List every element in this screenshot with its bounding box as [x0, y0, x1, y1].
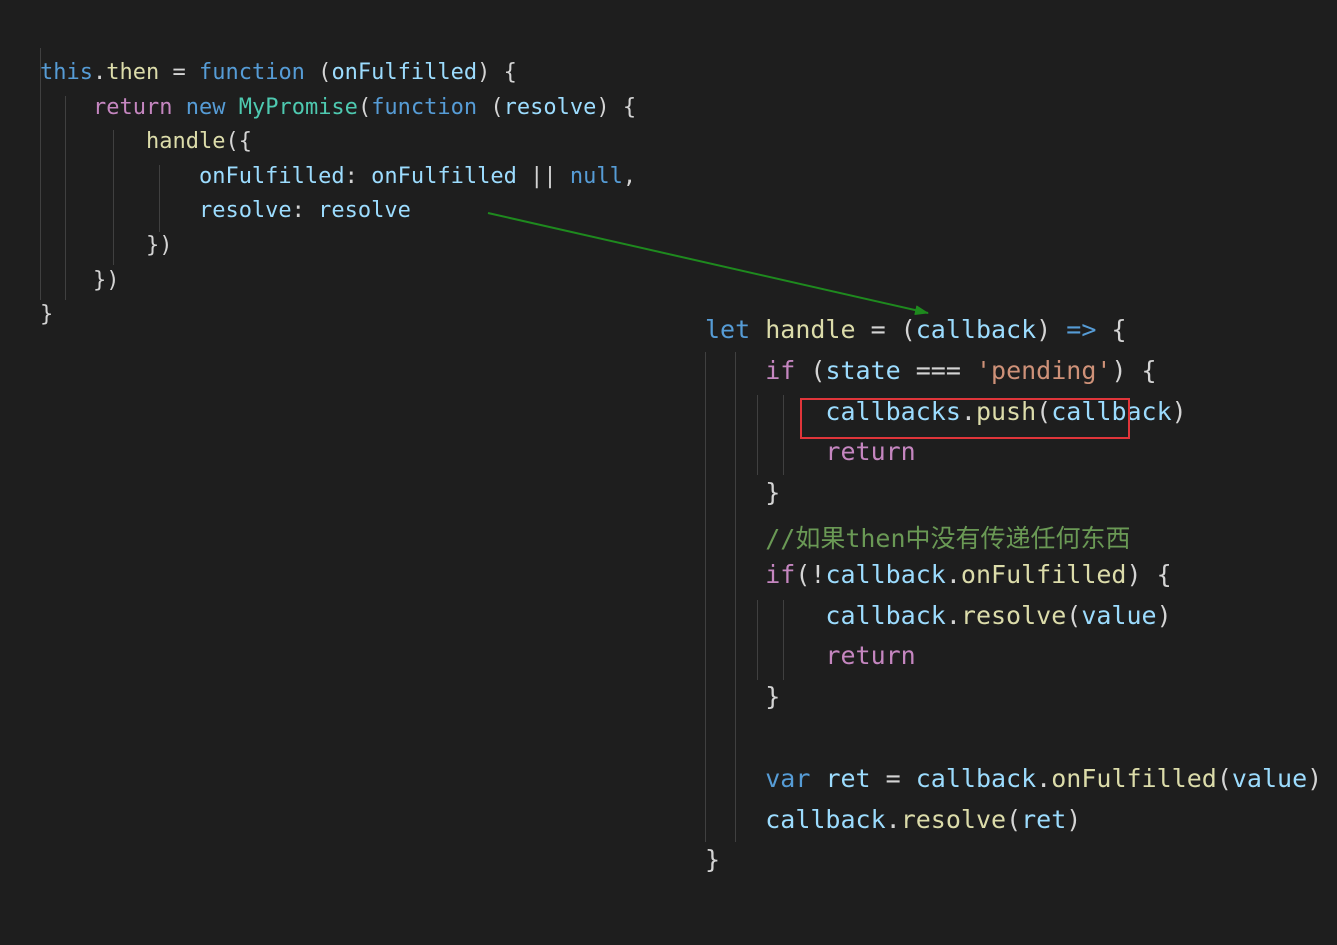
- annotation-arrow: [487, 212, 929, 315]
- arrow-line: [487, 212, 929, 315]
